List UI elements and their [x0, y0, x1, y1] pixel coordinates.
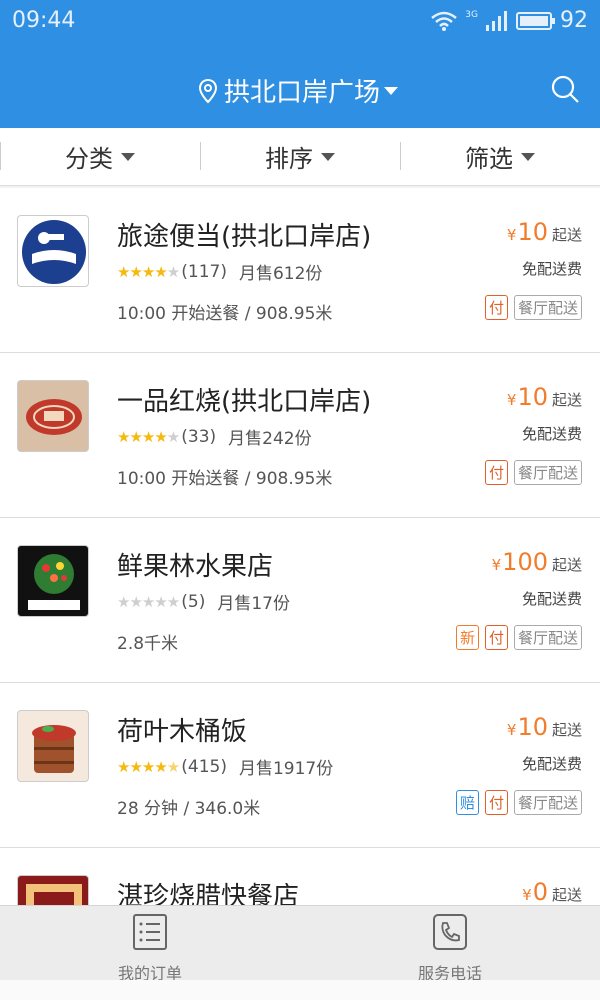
- monthly-sales: 月售1917份: [238, 759, 334, 779]
- restaurant-row[interactable]: 鲜果林水果店 ★★★★★ (5) 月售17份 2.8千米 ¥ 100 起送 免配…: [0, 518, 600, 683]
- order-list-icon: [133, 914, 167, 950]
- online-pay-badge: 付: [484, 295, 508, 320]
- status-bar: 09:44 3G 92: [0, 0, 600, 44]
- tag-list: 赔 付 餐厅配送: [455, 790, 582, 815]
- restaurant-logo: [17, 710, 89, 782]
- min-order-label: 起送: [551, 226, 582, 244]
- currency-symbol: ¥: [506, 391, 517, 409]
- min-order-label: 起送: [551, 721, 582, 739]
- status-time: 09:44: [12, 8, 76, 33]
- restaurant-logo: [17, 215, 89, 287]
- signal-icon: [486, 10, 507, 31]
- status-icons: 3G 92: [431, 8, 588, 33]
- tag-list: 付 餐厅配送: [484, 460, 582, 485]
- delivery-info: 28 分钟 / 346.0米: [117, 799, 261, 819]
- network-type-label: 3G: [465, 10, 478, 20]
- min-order: ¥ 10 起送: [507, 713, 582, 741]
- tab-my-orders[interactable]: 我的订单: [90, 914, 210, 984]
- battery-level: 92: [560, 8, 588, 33]
- title-bar: 拱北口岸广场: [0, 70, 600, 114]
- restaurant-name: 鲜果林水果店: [117, 552, 274, 582]
- location-label: 拱北口岸广场: [224, 78, 381, 108]
- restaurant-name: 一品红烧(拱北口岸店): [117, 387, 372, 417]
- restaurant-logo: [17, 545, 89, 617]
- restaurant-name: 荷叶木桶饭: [117, 717, 248, 747]
- min-order: ¥ 100 起送: [492, 548, 582, 576]
- min-order-price: 100: [502, 548, 548, 576]
- rating-row: ★★★★★ (5) 月售17份: [117, 589, 290, 615]
- min-order: ¥ 0 起送: [522, 878, 582, 906]
- min-order: ¥ 10 起送: [507, 218, 582, 246]
- restaurant-list: 旅途便当(拱北口岸店) ★★★★★ (117) 月售612份 10:00 开始送…: [0, 188, 600, 1000]
- phone-icon: [433, 914, 467, 950]
- restaurant-delivery-badge: 餐厅配送: [513, 625, 582, 650]
- compensation-badge: 赔: [455, 790, 479, 815]
- filter-screen[interactable]: 筛选: [400, 128, 600, 185]
- star-rating: ★★★★★: [117, 262, 180, 281]
- monthly-sales: 月售17份: [217, 594, 290, 614]
- min-order: ¥ 10 起送: [507, 383, 582, 411]
- delivery-info: 10:00 开始送餐 / 908.95米: [117, 469, 333, 489]
- min-order-price: 0: [532, 878, 548, 906]
- min-order-price: 10: [517, 383, 548, 411]
- restaurant-row[interactable]: 旅途便当(拱北口岸店) ★★★★★ (117) 月售612份 10:00 开始送…: [0, 188, 600, 353]
- online-pay-badge: 付: [484, 790, 508, 815]
- restaurant-name: 旅途便当(拱北口岸店): [117, 222, 372, 252]
- min-order-price: 10: [517, 218, 548, 246]
- system-nav-bar: [0, 980, 600, 1000]
- bottom-tab-bar: 我的订单 服务电话: [0, 905, 600, 983]
- battery-icon: [516, 11, 555, 30]
- star-rating: ★★★★★: [117, 427, 180, 446]
- delivery-info: 2.8千米: [117, 634, 179, 654]
- online-pay-badge: 付: [484, 460, 508, 485]
- currency-symbol: ¥: [506, 226, 517, 244]
- delivery-fee: 免配送费: [521, 425, 582, 443]
- min-order-label: 起送: [551, 886, 582, 904]
- currency-symbol: ¥: [491, 556, 502, 574]
- star-rating: ★★★★★: [117, 592, 180, 611]
- restaurant-row[interactable]: 一品红烧(拱北口岸店) ★★★★★ (33) 月售242份 10:00 开始送餐…: [0, 353, 600, 518]
- rating-row: ★★★★★ (415) 月售1917份: [117, 754, 334, 780]
- restaurant-logo: [17, 380, 89, 452]
- monthly-sales: 月售612份: [238, 264, 323, 284]
- review-count: (117): [181, 261, 227, 282]
- restaurant-delivery-badge: 餐厅配送: [513, 460, 582, 485]
- review-count: (415): [181, 756, 227, 777]
- restaurant-delivery-badge: 餐厅配送: [513, 790, 582, 815]
- delivery-info: 10:00 开始送餐 / 908.95米: [117, 304, 333, 324]
- location-selector[interactable]: 拱北口岸广场: [198, 72, 399, 109]
- location-pin-icon: [198, 78, 218, 103]
- filter-divider: [0, 142, 1, 170]
- delivery-fee: 免配送费: [521, 755, 582, 773]
- restaurant-row[interactable]: 荷叶木桶饭 ★★★★★ (415) 月售1917份 28 分钟 / 346.0米…: [0, 683, 600, 848]
- filter-bar: 分类 排序 筛选: [0, 128, 600, 186]
- min-order-label: 起送: [551, 556, 582, 574]
- delivery-fee: 免配送费: [521, 260, 582, 278]
- online-pay-badge: 付: [484, 625, 508, 650]
- monthly-sales: 月售242份: [228, 429, 312, 449]
- tag-list: 新 付 餐厅配送: [455, 625, 582, 650]
- filter-category[interactable]: 分类: [0, 128, 200, 185]
- review-count: (33): [181, 426, 217, 447]
- review-count: (5): [181, 591, 206, 612]
- min-order-label: 起送: [551, 391, 582, 409]
- currency-symbol: ¥: [506, 721, 517, 739]
- app-header: 09:44 3G 92 拱北口岸广场: [0, 0, 600, 128]
- chevron-down-icon: [384, 86, 399, 95]
- star-rating: ★★★★★: [117, 757, 180, 776]
- tab-service-phone[interactable]: 服务电话: [390, 914, 510, 984]
- filter-sort[interactable]: 排序: [200, 128, 400, 185]
- search-icon[interactable]: [550, 74, 580, 104]
- tag-list: 付 餐厅配送: [484, 295, 582, 320]
- rating-row: ★★★★★ (33) 月售242份: [117, 424, 312, 450]
- rating-row: ★★★★★ (117) 月售612份: [117, 259, 323, 285]
- wifi-icon: [431, 11, 458, 31]
- currency-symbol: ¥: [522, 886, 532, 904]
- new-store-badge: 新: [455, 625, 479, 650]
- min-order-price: 10: [517, 713, 548, 741]
- delivery-fee: 免配送费: [521, 590, 582, 608]
- restaurant-delivery-badge: 餐厅配送: [513, 295, 582, 320]
